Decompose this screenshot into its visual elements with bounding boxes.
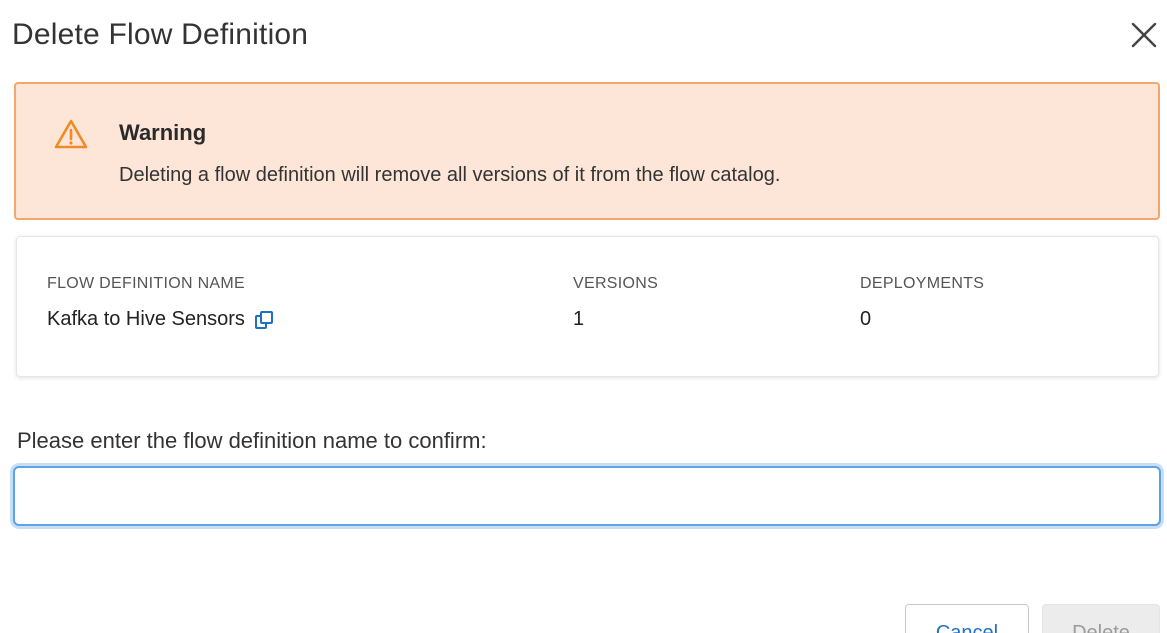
close-button[interactable]	[1127, 18, 1161, 52]
deployments-label: DEPLOYMENTS	[860, 275, 985, 292]
deployments-column: DEPLOYMENTS 0	[860, 275, 984, 331]
deployments-value: 0	[860, 308, 872, 330]
warning-banner: Warning Deleting a flow definition will …	[14, 82, 1160, 220]
name-column: FLOW DEFINITION NAME Kafka to Hive Senso…	[47, 275, 274, 331]
name-label: FLOW DEFINITION NAME	[47, 275, 245, 292]
warning-title: Warning	[119, 120, 207, 145]
confirm-label: Please enter the flow definition name to…	[17, 428, 487, 453]
warning-message: Deleting a flow definition will remove a…	[119, 164, 781, 186]
confirm-name-input[interactable]	[13, 466, 1161, 526]
versions-label: VERSIONS	[573, 275, 659, 292]
delete-flow-definition-dialog: Delete Flow Definition Warning Deleting …	[0, 0, 1167, 633]
versions-column: VERSIONS 1	[573, 275, 658, 331]
flow-definition-name: Kafka to Hive Sensors	[47, 308, 245, 330]
copy-icon[interactable]	[254, 310, 274, 330]
dialog-title: Delete Flow Definition	[12, 18, 309, 51]
delete-button[interactable]: Delete	[1042, 604, 1160, 633]
close-icon	[1131, 22, 1157, 48]
name-value-row: Kafka to Hive Sensors	[47, 308, 274, 331]
flow-definition-details: FLOW DEFINITION NAME Kafka to Hive Senso…	[16, 236, 1159, 377]
warning-icon	[54, 119, 88, 149]
versions-value: 1	[573, 308, 585, 330]
cancel-button[interactable]: Cancel	[905, 604, 1029, 633]
